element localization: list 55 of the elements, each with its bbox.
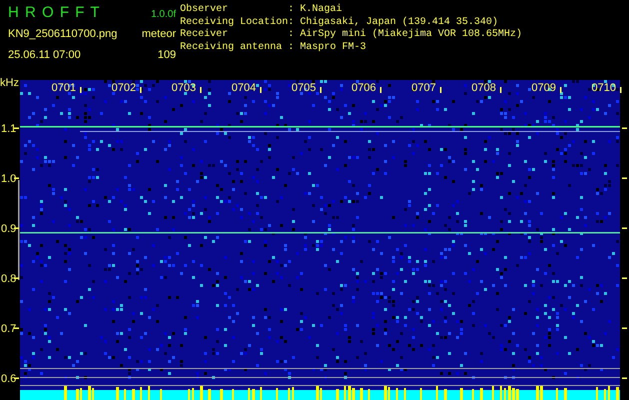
frequency-label: 0.6	[1, 373, 16, 385]
unit-label: kHz	[0, 78, 19, 89]
frequency-label: 1.1	[1, 123, 16, 135]
tick-mark	[622, 128, 627, 129]
tick-mark	[622, 278, 627, 279]
tick-mark	[14, 178, 19, 179]
tick-mark	[622, 228, 627, 229]
time-label: 0701	[52, 82, 76, 94]
tick-mark	[140, 87, 142, 93]
info-separator: :	[288, 4, 296, 16]
info-label: Receiving antenna	[180, 42, 284, 54]
tick-mark	[200, 87, 202, 93]
time-label: 0708	[472, 82, 496, 94]
tick-mark	[14, 378, 19, 379]
tick-mark	[500, 87, 502, 93]
tick-mark	[380, 87, 382, 93]
count-label: meteor	[142, 27, 176, 42]
tick-mark	[14, 278, 19, 279]
tick-mark	[320, 87, 322, 93]
info-value: Chigasaki, Japan (139.414 35.340)	[300, 16, 498, 28]
tick-mark	[80, 87, 82, 93]
info-label: Receiver	[180, 29, 230, 42]
time-label: 0710	[592, 82, 616, 94]
info-separator: :	[288, 29, 296, 42]
info-separator: :	[288, 16, 296, 29]
tick-mark	[14, 228, 19, 229]
info-value: Maspro FM-3	[300, 42, 366, 52]
time-label: 0703	[172, 82, 196, 94]
frequency-label: 0.8	[1, 273, 16, 285]
info-value: K.Nagai	[300, 4, 342, 15]
tick-mark	[14, 328, 19, 329]
timestamp-label: 25.06.11 07:00	[8, 48, 81, 62]
time-label: 0709	[532, 82, 556, 94]
info-label: Observer	[180, 4, 230, 16]
tick-mark	[622, 178, 627, 179]
frequency-label: 0.7	[1, 323, 16, 335]
app-logo: H R O F F T	[8, 4, 100, 22]
time-label: 0707	[412, 82, 436, 94]
tick-mark	[622, 378, 627, 379]
tick-mark	[560, 87, 562, 93]
count-value: 109	[158, 48, 176, 62]
tick-mark	[260, 87, 262, 93]
tick-mark	[622, 328, 627, 329]
info-value: AirSpy mini (Miakejima VOR 108.65MHz)	[300, 29, 522, 40]
time-label: 0706	[352, 82, 376, 94]
filename-label: KN9_2506110700.png	[8, 27, 118, 42]
tick-mark	[440, 87, 442, 93]
time-label: 0704	[232, 82, 256, 94]
version-label: 1.0.0f	[150, 8, 176, 22]
time-label: 0705	[292, 82, 316, 94]
tick-mark	[620, 87, 622, 93]
tick-mark	[14, 128, 19, 129]
info-label: Receiving Location	[180, 16, 288, 28]
time-label: 0702	[112, 82, 136, 94]
info-separator: :	[288, 42, 296, 54]
